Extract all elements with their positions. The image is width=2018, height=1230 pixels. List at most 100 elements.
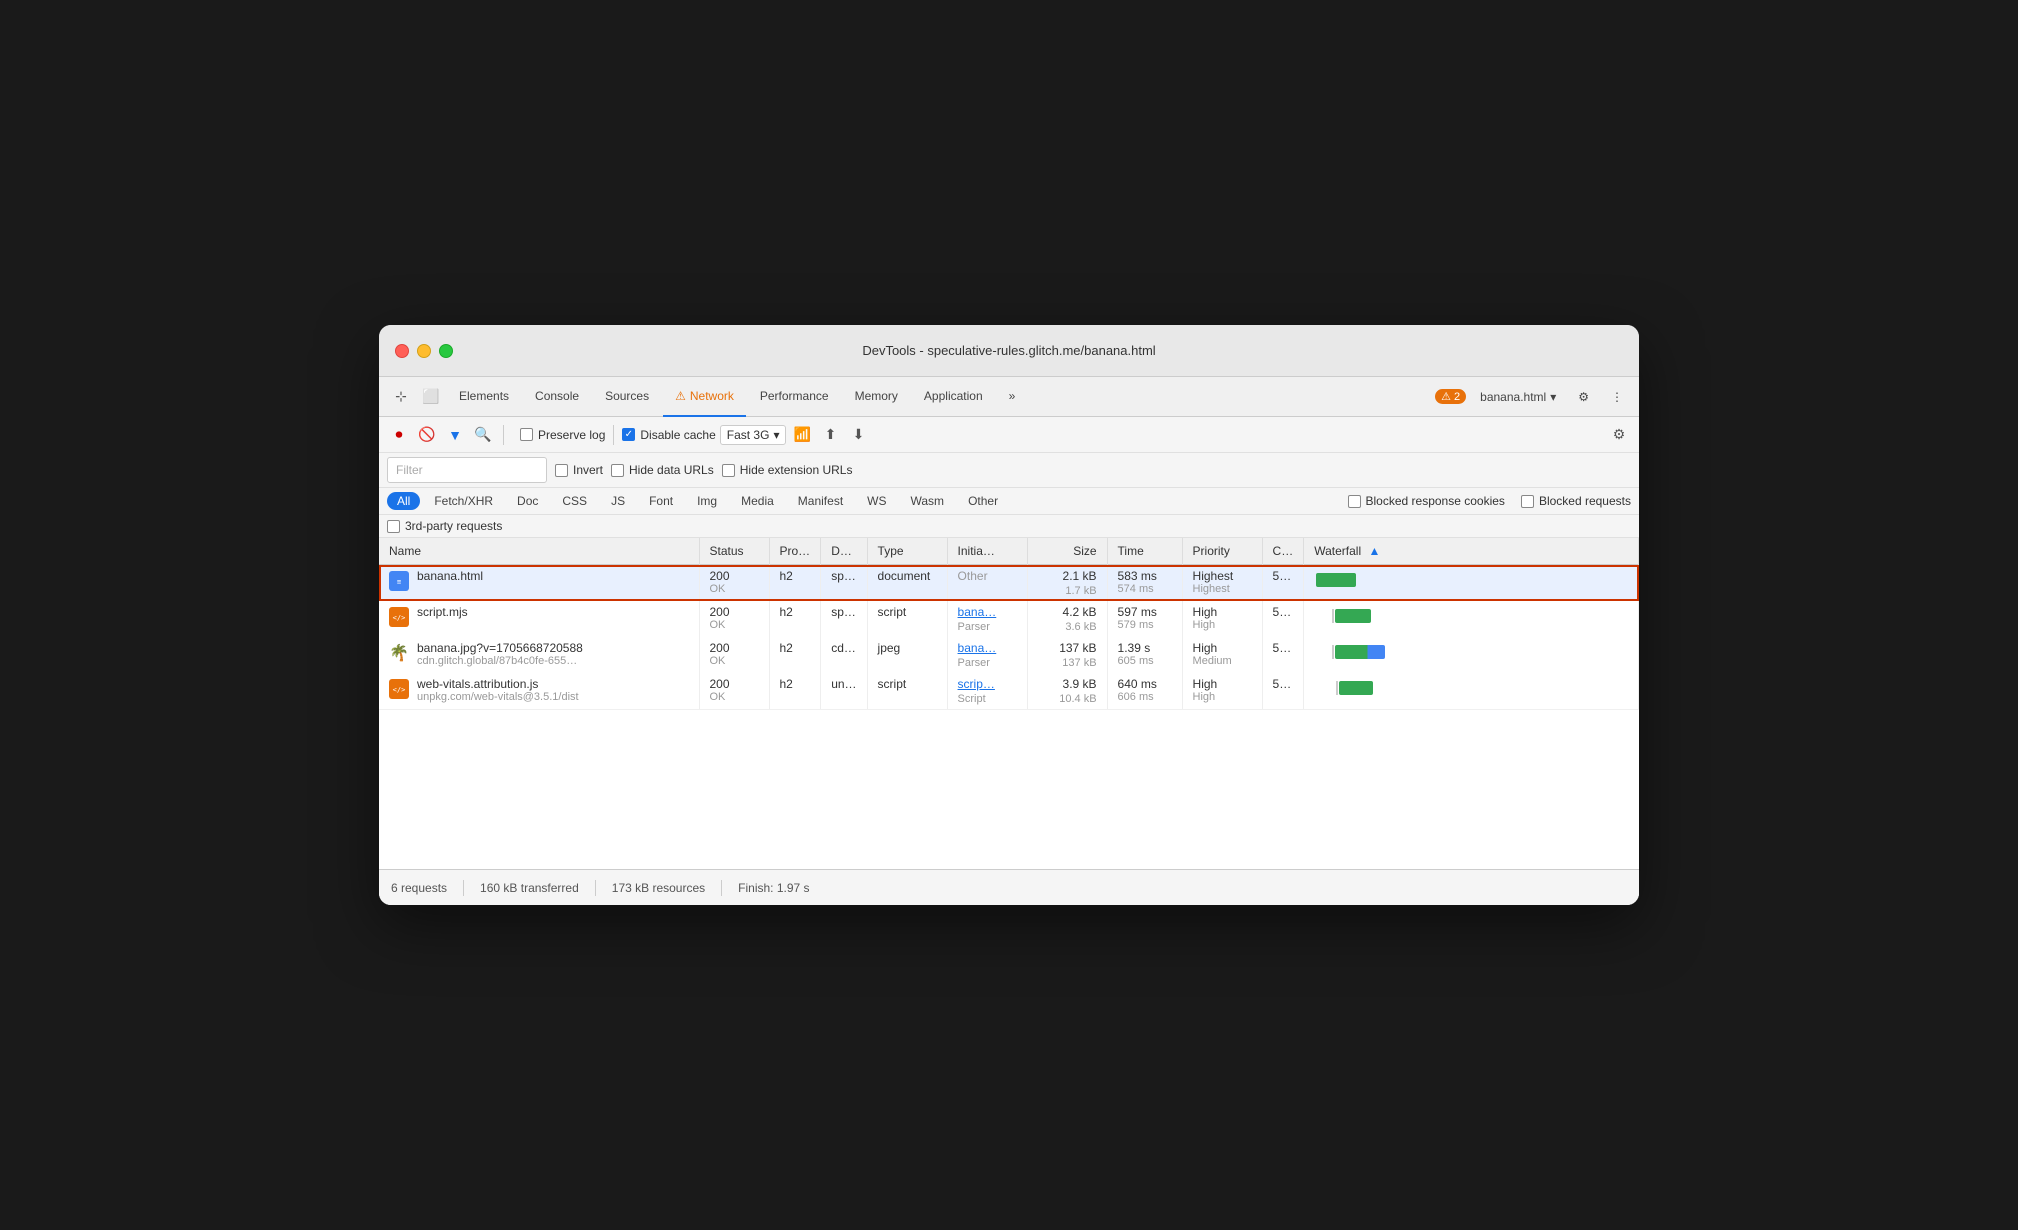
chevron-down-icon: ▾	[1550, 390, 1556, 404]
minimize-button[interactable]	[417, 344, 431, 358]
row3-protocol-cell: h2	[769, 637, 821, 673]
col-waterfall[interactable]: Waterfall ▲	[1304, 538, 1639, 565]
filter-media[interactable]: Media	[731, 492, 784, 510]
row3-domain-cell: cd…	[821, 637, 867, 673]
filter-js[interactable]: JS	[601, 492, 635, 510]
col-type[interactable]: Type	[867, 538, 947, 565]
waterfall-bar-row1	[1316, 573, 1356, 587]
sort-arrow-icon: ▲	[1368, 544, 1380, 558]
blocked-requests-label[interactable]: Blocked requests	[1521, 494, 1631, 508]
preserve-log-label[interactable]: Preserve log	[520, 428, 605, 442]
row3-name-cell: 🌴 banana.jpg?v=1705668720588 cdn.glitch.…	[379, 637, 699, 673]
col-connection[interactable]: C…	[1262, 538, 1304, 565]
traffic-lights	[395, 344, 453, 358]
tab-console[interactable]: Console	[523, 377, 591, 417]
filter-wasm[interactable]: Wasm	[901, 492, 955, 510]
third-party-label[interactable]: 3rd-party requests	[387, 519, 502, 533]
svg-text:</>: </>	[393, 614, 406, 622]
clear-button[interactable]: 🚫	[415, 423, 439, 447]
file-icon-js2: </>	[389, 679, 409, 699]
disable-cache-label[interactable]: ✓ Disable cache	[622, 428, 715, 442]
hide-data-urls-checkbox[interactable]	[611, 464, 624, 477]
upload-icon[interactable]: ⬆	[818, 423, 842, 447]
row1-status-cell: 200 OK	[699, 565, 769, 602]
row1-name-cell: ≡ banana.html	[379, 565, 699, 602]
tab-sources[interactable]: Sources	[593, 377, 661, 417]
search-button[interactable]: 🔍	[471, 423, 495, 447]
waterfall-bar-row4	[1339, 681, 1373, 695]
col-priority[interactable]: Priority	[1182, 538, 1262, 565]
col-initiator[interactable]: Initia…	[947, 538, 1027, 565]
filter-font[interactable]: Font	[639, 492, 683, 510]
row3-size-cell: 137 kB 137 kB	[1027, 637, 1107, 673]
waterfall-bar-row3	[1335, 645, 1385, 659]
device-icon[interactable]: ⬜	[417, 383, 445, 411]
table-row[interactable]: ≡ banana.html 200 OK	[379, 565, 1639, 602]
filter-icon[interactable]: ▼	[443, 423, 467, 447]
tab-memory[interactable]: Memory	[843, 377, 910, 417]
download-icon[interactable]: ⬇	[846, 423, 870, 447]
close-button[interactable]	[395, 344, 409, 358]
filter-other[interactable]: Other	[958, 492, 1008, 510]
col-protocol[interactable]: Pro…	[769, 538, 821, 565]
devtools-window: DevTools - speculative-rules.glitch.me/b…	[379, 325, 1639, 905]
settings-gear-icon[interactable]: ⚙	[1570, 386, 1597, 408]
throttle-selector[interactable]: Fast 3G ▾	[720, 425, 787, 445]
col-size[interactable]: Size	[1027, 538, 1107, 565]
table-row[interactable]: 🌴 banana.jpg?v=1705668720588 cdn.glitch.…	[379, 637, 1639, 673]
row4-waterfall-cell	[1304, 673, 1639, 709]
table-row[interactable]: </> script.mjs 200 OK	[379, 601, 1639, 637]
row2-name-cell: </> script.mjs	[379, 601, 699, 637]
col-name[interactable]: Name	[379, 538, 699, 565]
hide-extension-urls-label[interactable]: Hide extension URLs	[722, 463, 853, 477]
hide-data-urls-label[interactable]: Hide data URLs	[611, 463, 714, 477]
warning-badge[interactable]: ⚠ 2	[1435, 389, 1466, 404]
current-page-selector[interactable]: banana.html ▾	[1472, 386, 1564, 408]
transferred-size: 160 kB transferred	[480, 881, 579, 895]
blocked-response-cookies-checkbox[interactable]	[1348, 495, 1361, 508]
disable-cache-checkbox[interactable]: ✓	[622, 428, 635, 441]
filter-css[interactable]: CSS	[552, 492, 597, 510]
finish-time: Finish: 1.97 s	[738, 881, 809, 895]
row1-priority-cell: Highest Highest	[1182, 565, 1262, 602]
record-stop-button[interactable]: ⏺	[387, 423, 411, 447]
wifi-icon[interactable]: 📶	[790, 423, 814, 447]
col-status[interactable]: Status	[699, 538, 769, 565]
tab-more[interactable]: »	[997, 377, 1028, 417]
maximize-button[interactable]	[439, 344, 453, 358]
filter-doc[interactable]: Doc	[507, 492, 548, 510]
blocked-response-cookies-label[interactable]: Blocked response cookies	[1348, 494, 1505, 508]
inspect-icon[interactable]: ⊹	[387, 383, 415, 411]
network-settings-icon[interactable]: ⚙	[1607, 423, 1631, 447]
tab-performance[interactable]: Performance	[748, 377, 841, 417]
preserve-log-checkbox[interactable]	[520, 428, 533, 441]
filter-all[interactable]: All	[387, 492, 420, 510]
more-options-icon[interactable]: ⋮	[1603, 386, 1631, 408]
toolbar-separator-2	[613, 425, 614, 445]
network-table-container: Name Status Pro… D… Type	[379, 538, 1639, 709]
filter-ws[interactable]: WS	[857, 492, 896, 510]
row2-priority-cell: High High	[1182, 601, 1262, 637]
tab-application[interactable]: Application	[912, 377, 995, 417]
file-icon-img: 🌴	[389, 643, 409, 663]
row4-size-cell: 3.9 kB 10.4 kB	[1027, 673, 1107, 709]
hide-extension-urls-checkbox[interactable]	[722, 464, 735, 477]
filter-img[interactable]: Img	[687, 492, 727, 510]
filter-input[interactable]	[387, 457, 547, 483]
invert-checkbox[interactable]	[555, 464, 568, 477]
third-party-checkbox[interactable]	[387, 520, 400, 533]
tab-elements[interactable]: Elements	[447, 377, 521, 417]
filter-fetch-xhr[interactable]: Fetch/XHR	[424, 492, 503, 510]
row3-priority-cell: High Medium	[1182, 637, 1262, 673]
row2-domain-cell: sp…	[821, 601, 867, 637]
row2-size-cell: 4.2 kB 3.6 kB	[1027, 601, 1107, 637]
tab-network[interactable]: ⚠ Network	[663, 377, 746, 417]
table-row[interactable]: </> web-vitals.attribution.js unpkg.com/…	[379, 673, 1639, 709]
col-time[interactable]: Time	[1107, 538, 1182, 565]
col-domain[interactable]: D…	[821, 538, 867, 565]
filter-manifest[interactable]: Manifest	[788, 492, 853, 510]
row3-status-cell: 200 OK	[699, 637, 769, 673]
blocked-requests-checkbox[interactable]	[1521, 495, 1534, 508]
invert-label[interactable]: Invert	[555, 463, 603, 477]
row2-initiator-cell: bana… Parser	[947, 601, 1027, 637]
